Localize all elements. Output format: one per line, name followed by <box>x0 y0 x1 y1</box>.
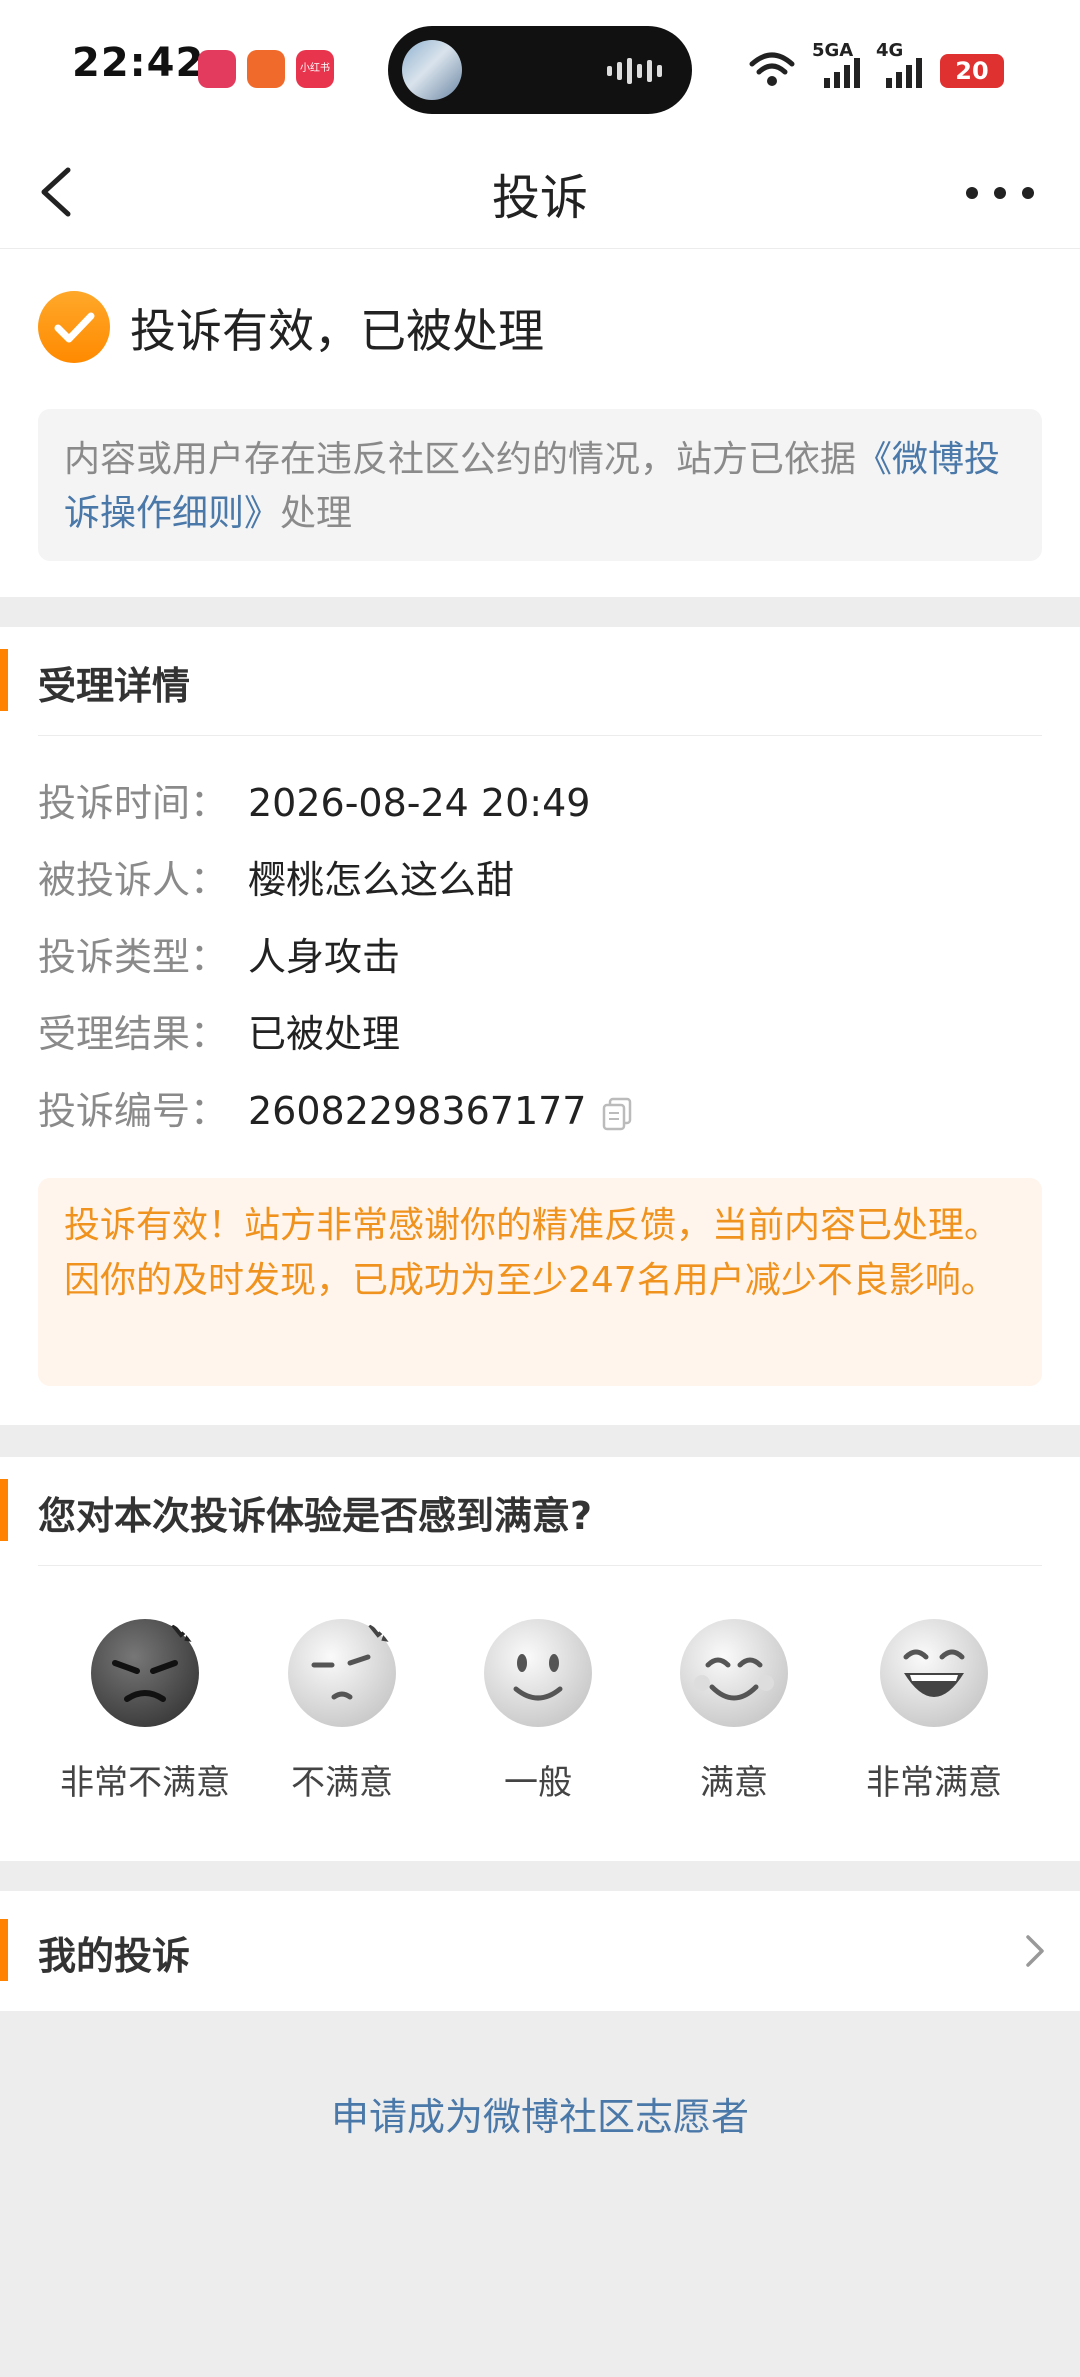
very-satisfied-face-icon <box>880 1619 988 1727</box>
rating-dissatisfied[interactable]: 不满意 <box>242 1617 442 1804</box>
rating-label: 满意 <box>700 1763 768 1803</box>
wifi-icon <box>749 52 795 86</box>
detail-row-id: 投诉编号： 26082298367177 <box>38 1081 632 1141</box>
neutral-face-icon <box>484 1619 592 1727</box>
battery-indicator: 20 <box>940 54 1004 88</box>
rating-label: 非常不满意 <box>60 1763 230 1803</box>
divider <box>38 1565 1042 1566</box>
effect-message: 投诉有效！站方非常感谢你的精准反馈，当前内容已处理。因你的及时发现，已成功为至少… <box>38 1178 1042 1386</box>
rating-very-satisfied[interactable]: 非常满意 <box>834 1617 1034 1804</box>
copy-icon[interactable] <box>602 1097 632 1131</box>
status-time: 22:42 <box>72 40 205 86</box>
detail-label: 受理结果： <box>38 1012 229 1056</box>
audio-wave-icon <box>607 58 662 84</box>
signal-bars-icon <box>886 58 922 88</box>
divider <box>38 735 1042 736</box>
section-accent-bar <box>0 649 8 711</box>
detail-value: 已被处理 <box>248 1012 401 1056</box>
signal-bars-icon <box>824 58 860 88</box>
app-notification-icon <box>247 50 285 88</box>
page-title: 投诉 <box>491 170 588 226</box>
rating-label: 非常满意 <box>866 1763 1002 1803</box>
satisfaction-section: 您对本次投诉体验是否感到满意? 非常不满意 不满意 一般 满意 非常满意 <box>0 1457 1080 1861</box>
result-title: 投诉有效，已被处理 <box>130 304 544 358</box>
detail-value: 2026-08-24 20:49 <box>248 781 591 825</box>
detail-row-time: 投诉时间： 2026-08-24 20:49 <box>38 773 590 833</box>
detail-row-target: 被投诉人： 樱桃怎么这么甜 <box>38 850 514 910</box>
detail-label: 被投诉人： <box>38 858 229 902</box>
detail-label: 投诉类型： <box>38 935 229 979</box>
my-complaints-row[interactable]: 我的投诉 <box>0 1891 1080 2011</box>
rating-neutral[interactable]: 一般 <box>438 1617 638 1804</box>
rating-label: 不满意 <box>291 1763 393 1803</box>
detail-label: 投诉时间： <box>38 781 229 825</box>
media-avatar <box>402 40 462 100</box>
section-title: 受理详情 <box>38 664 191 708</box>
chevron-right-icon <box>1026 1935 1044 1967</box>
complaint-page: 22:42 小红书 5GA 4G 20 投诉 投诉有效，已被处理 内容或用户存在… <box>0 0 1080 2377</box>
detail-value-wrap: 26082298367177 <box>248 1081 632 1141</box>
nav-header: 投诉 <box>0 140 1080 249</box>
section-accent-bar <box>0 1919 8 1981</box>
result-card: 投诉有效，已被处理 内容或用户存在违反社区公约的情况，站方已依据《微博投诉操作细… <box>0 249 1080 597</box>
check-circle-icon <box>38 291 110 363</box>
detail-row-result: 受理结果： 已被处理 <box>38 1004 400 1064</box>
rating-satisfied[interactable]: 满意 <box>634 1617 834 1804</box>
volunteer-link[interactable]: 申请成为微博社区志愿者 <box>0 2086 1080 2141</box>
detail-value: 樱桃怎么这么甜 <box>248 858 515 902</box>
complaint-id-value: 26082298367177 <box>248 1089 587 1133</box>
detail-row-type: 投诉类型： 人身攻击 <box>38 927 400 987</box>
dynamic-island[interactable] <box>388 26 692 114</box>
detail-value: 人身攻击 <box>248 935 401 979</box>
more-dots-icon[interactable] <box>960 168 1040 218</box>
section-accent-bar <box>0 1479 8 1541</box>
status-bar: 22:42 小红书 5GA 4G 20 <box>0 0 1080 140</box>
rating-very-dissatisfied[interactable]: 非常不满意 <box>45 1617 245 1804</box>
notice-suffix: 处理 <box>280 493 353 534</box>
effect-text: 投诉有效！站方非常感谢你的精准反馈，当前内容已处理。因你的及时发现，已成功为至少… <box>64 1205 1001 1301</box>
satisfaction-title: 您对本次投诉体验是否感到满意? <box>38 1494 593 1538</box>
dissatisfied-face-icon <box>288 1619 397 1727</box>
details-section: 受理详情 投诉时间： 2026-08-24 20:49 被投诉人： 樱桃怎么这么… <box>0 627 1080 1425</box>
satisfied-face-icon <box>680 1619 788 1727</box>
rule-notice: 内容或用户存在违反社区公约的情况，站方已依据《微博投诉操作细则》处理 <box>38 409 1042 561</box>
app-notification-icon <box>198 50 236 88</box>
xiaohongshu-icon: 小红书 <box>296 50 334 88</box>
my-complaints-title: 我的投诉 <box>38 1934 191 1978</box>
rating-label: 一般 <box>504 1763 572 1803</box>
notice-text: 内容或用户存在违反社区公约的情况，站方已依据 <box>64 439 857 480</box>
detail-label: 投诉编号： <box>38 1089 229 1133</box>
very-dissatisfied-face-icon <box>91 1619 200 1727</box>
rating-options: 非常不满意 不满意 一般 满意 非常满意 <box>0 1617 1080 1817</box>
